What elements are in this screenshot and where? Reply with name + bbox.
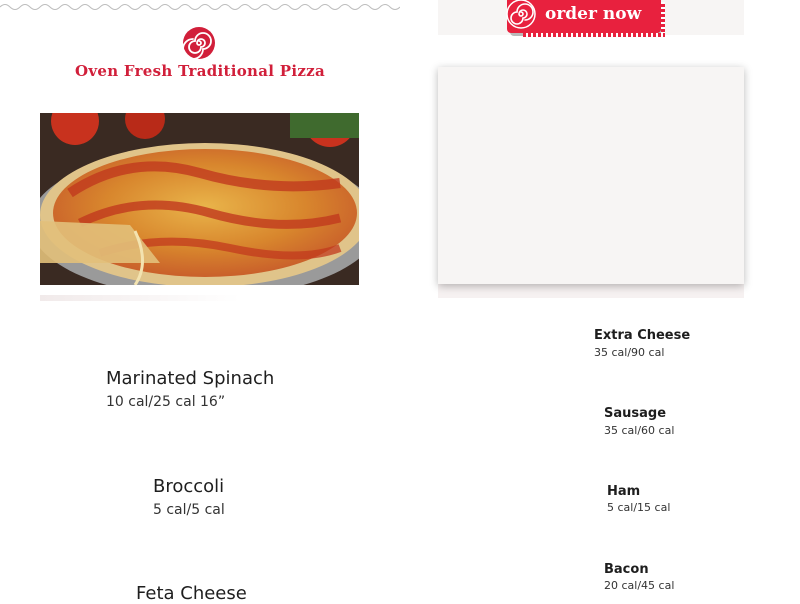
topping-calories-sausage: 35 cal/60 cal [604, 424, 675, 437]
topping-name-bacon: Bacon [604, 562, 649, 577]
swirl-icon [506, 0, 536, 29]
wavy-divider [0, 4, 400, 10]
topping-name-broccoli: Broccoli [153, 476, 225, 497]
order-now-label: order now [545, 4, 642, 24]
map-panel [438, 67, 744, 284]
brand-title: Oven Fresh Traditional Pizza [74, 62, 326, 80]
topping-calories-spinach: 10 cal/25 cal 16” [106, 394, 226, 410]
topping-name-ham: Ham [607, 484, 641, 499]
topping-name-spinach: Marinated Spinach [106, 368, 275, 389]
topping-calories-extra-cheese: 35 cal/90 cal [594, 346, 665, 359]
order-now-button[interactable]: order now [506, 0, 665, 37]
pizza-photo [40, 113, 359, 285]
topping-name-sausage: Sausage [604, 406, 667, 421]
topping-calories-broccoli: 5 cal/5 cal [153, 502, 225, 518]
pizza-caption-shadow [40, 295, 240, 301]
topping-calories-bacon: 20 cal/45 cal [604, 579, 675, 592]
topping-name-feta: Feta Cheese [136, 583, 247, 604]
swirl-logo-icon[interactable] [182, 26, 216, 60]
topping-calories-ham: 5 cal/15 cal [607, 501, 671, 514]
topping-name-extra-cheese: Extra Cheese [594, 328, 691, 343]
